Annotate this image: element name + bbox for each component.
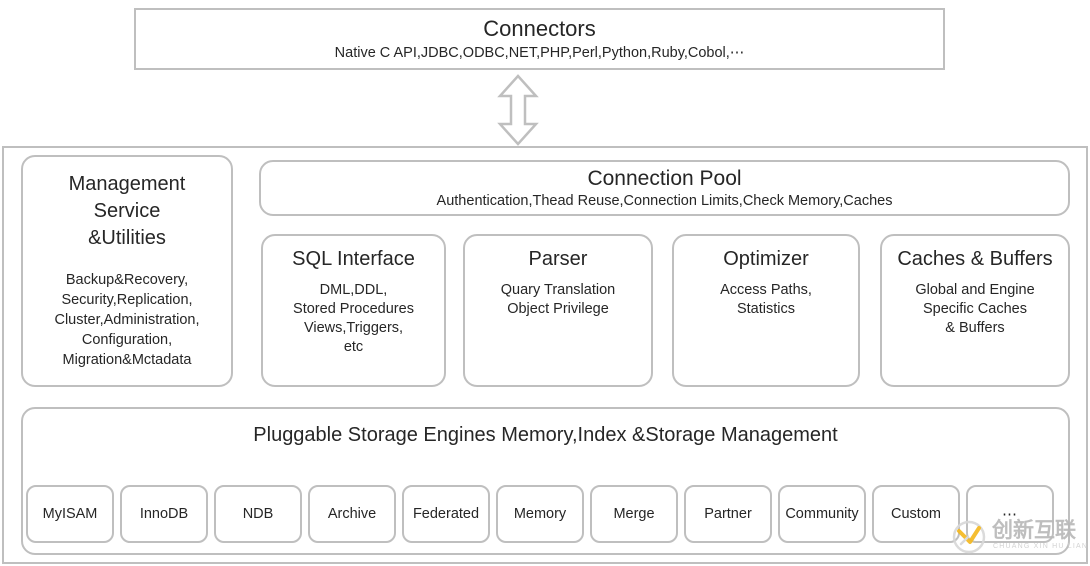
connection-pool-box: Connection Pool Authentication,Thead Reu… [259,160,1070,216]
sql-interface-subtitle-line: Stored Procedures [293,301,414,317]
caches-buffers-title: Caches & Buffers [897,248,1053,270]
sql-interface-subtitle-line: DML,DDL, [319,282,388,298]
management-subtitle-line: Security,Replication, [61,292,193,308]
connection-pool-title: Connection Pool [587,167,742,190]
sql-interface-subtitle-line: etc [343,339,364,355]
storage-engine-chip[interactable]: Merge [590,485,678,543]
storage-engine-chip-row: MyISAM InnoDB NDB Archive Federated Memo… [26,485,1066,543]
storage-engine-chip[interactable]: Memory [496,485,584,543]
optimizer-subtitle-line: Statistics [736,301,795,317]
optimizer-title: Optimizer [723,248,809,270]
sql-interface-box: SQL Interface DML,DDL, Stored Procedures… [261,234,446,387]
connectors-box: Connectors Native C API,JDBC,ODBC,NET,PH… [134,8,945,70]
management-title-line: Management [68,173,186,195]
optimizer-subtitle: Access Paths, Statistics [720,281,812,319]
management-subtitle-line: Configuration, [81,332,173,348]
double-headed-vertical-arrow-icon [496,74,540,146]
management-subtitle-line: Backup&Recovery, [65,272,189,288]
storage-engine-chip[interactable]: Archive [308,485,396,543]
storage-engines-title: Pluggable Storage Engines Memory,Index &… [253,424,838,446]
parser-subtitle-line: Quary Translation [500,282,616,298]
storage-engine-chip[interactable]: MyISAM [26,485,114,543]
optimizer-subtitle-line: Access Paths, [720,282,812,298]
storage-engine-chip-more[interactable]: ⋯ [966,485,1054,543]
management-subtitle-line: Migration&Mctadata [62,352,192,368]
parser-subtitle-line: Object Privilege [507,301,609,317]
caches-buffers-subtitle: Global and Engine Specific Caches & Buff… [915,281,1034,338]
sql-interface-subtitle: DML,DDL, Stored Procedures Views,Trigger… [293,281,414,357]
parser-title: Parser [528,248,588,270]
connectors-subtitle: Native C API,JDBC,ODBC,NET,PHP,Perl,Pyth… [334,45,745,61]
sql-interface-subtitle-line: Views,Triggers, [303,320,404,336]
optimizer-box: Optimizer Access Paths, Statistics [672,234,860,387]
caches-and-buffers-box: Caches & Buffers Global and Engine Speci… [880,234,1070,387]
management-title-line: &Utilities [88,227,166,249]
caches-buffers-subtitle-line: Specific Caches [923,301,1027,317]
storage-engine-chip[interactable]: Partner [684,485,772,543]
parser-box: Parser Quary Translation Object Privileg… [463,234,653,387]
storage-engine-chip[interactable]: Custom [872,485,960,543]
storage-engine-chip[interactable]: Federated [402,485,490,543]
storage-engine-chip[interactable]: NDB [214,485,302,543]
caches-buffers-subtitle-line: Global and Engine [915,282,1035,298]
connectors-title: Connectors [483,16,596,41]
connection-pool-subtitle: Authentication,Thead Reuse,Connection Li… [436,193,893,209]
management-service-utilities-box: Management Service &Utilities Backup&Rec… [21,155,233,387]
storage-engine-chip[interactable]: Community [778,485,866,543]
management-title-line: Service [93,200,161,222]
management-subtitle: Backup&Recovery, Security,Replication, C… [54,270,199,370]
parser-subtitle: Quary Translation Object Privilege [501,281,615,319]
sql-interface-title: SQL Interface [292,248,415,270]
management-title: Management Service &Utilities [69,171,186,252]
management-subtitle-line: Cluster,Administration, [54,312,200,328]
caches-buffers-subtitle-line: & Buffers [945,320,1005,336]
storage-engine-chip[interactable]: InnoDB [120,485,208,543]
